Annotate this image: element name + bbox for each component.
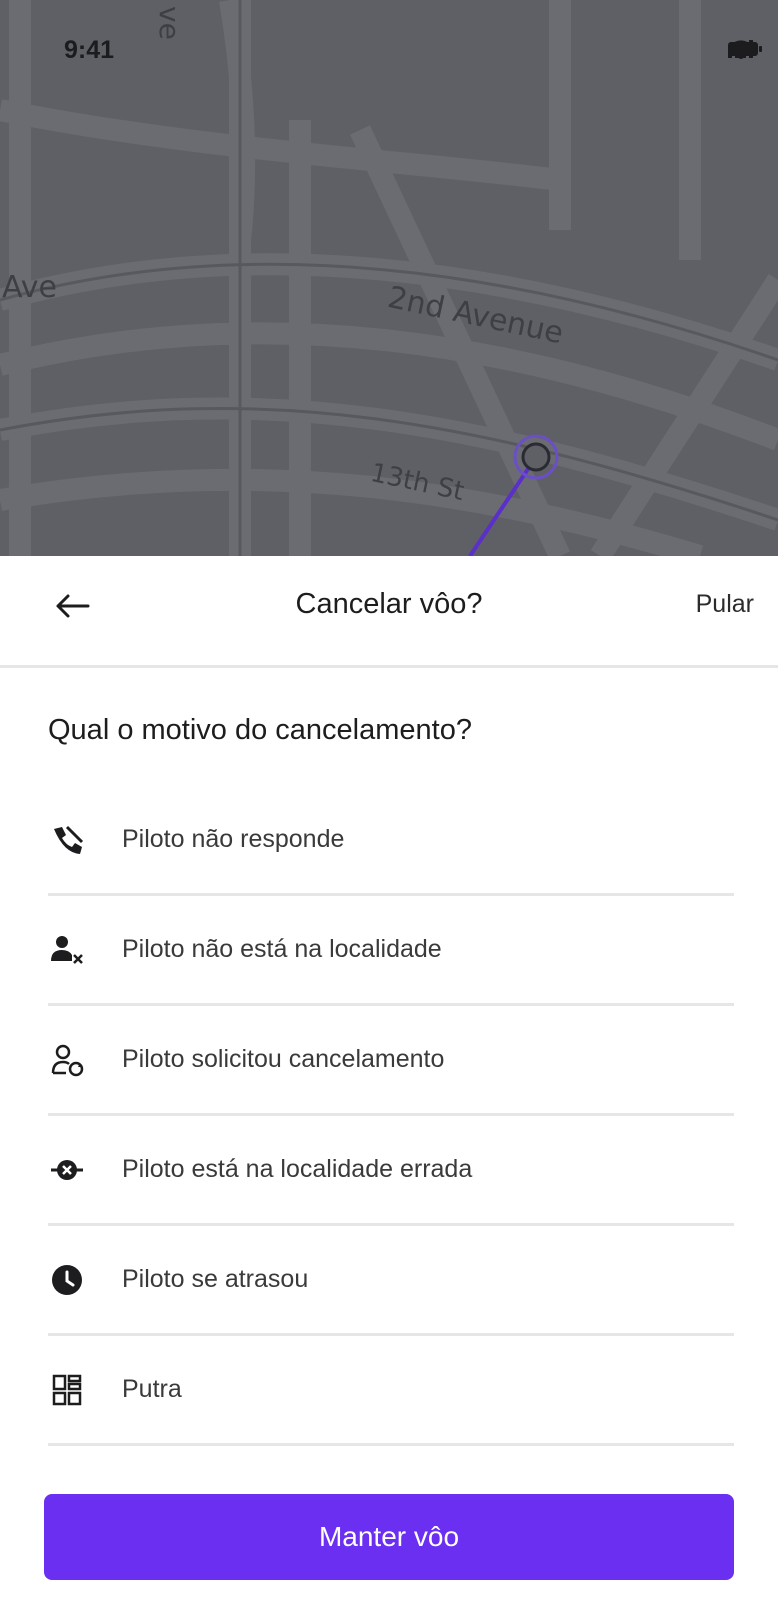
reason-item[interactable]: Piloto não responde bbox=[48, 786, 734, 896]
clock-icon bbox=[50, 1263, 84, 1297]
cancel-sheet: Cancelar vôo? Pular Qual o motivo do can… bbox=[0, 556, 778, 1600]
reason-item[interactable]: Piloto se atrasou bbox=[48, 1226, 734, 1336]
sheet-header: Cancelar vôo? Pular bbox=[0, 556, 778, 668]
question-heading: Qual o motivo do cancelamento? bbox=[48, 714, 472, 746]
reason-item[interactable]: Piloto não está na localidade bbox=[48, 896, 734, 1006]
reason-label: Piloto solicitou cancelamento bbox=[122, 1045, 445, 1073]
grid-icon bbox=[50, 1373, 84, 1407]
reason-item[interactable]: Putra bbox=[48, 1336, 734, 1446]
reason-label: Putra bbox=[122, 1375, 182, 1403]
reason-label: Piloto não está na localidade bbox=[122, 935, 442, 963]
battery-icon bbox=[728, 42, 762, 56]
keep-flight-button[interactable]: Manter vôo bbox=[44, 1494, 734, 1580]
reason-label: Piloto se atrasou bbox=[122, 1265, 309, 1293]
reason-item[interactable]: Piloto solicitou cancelamento bbox=[48, 1006, 734, 1116]
location-error-icon bbox=[50, 1153, 84, 1187]
page-title: Cancelar vôo? bbox=[295, 588, 483, 620]
status-time: 9:41 bbox=[64, 36, 115, 64]
skip-button[interactable]: Pular bbox=[696, 590, 754, 619]
reason-label: Piloto está na localidade errada bbox=[122, 1155, 473, 1183]
reason-label: Piloto não responde bbox=[122, 825, 345, 853]
street-label: Ave bbox=[2, 270, 57, 305]
status-bar: 9:41 bbox=[0, 0, 778, 100]
map-view[interactable]: Ave 2nd Avenue 13th St ve 9:41 bbox=[0, 0, 778, 556]
reason-list: Piloto não responde Piloto não está na l… bbox=[48, 786, 734, 1446]
user-remove-icon bbox=[50, 933, 84, 967]
user-refresh-icon bbox=[50, 1043, 84, 1077]
phone-missed-icon bbox=[50, 823, 84, 857]
reason-item[interactable]: Piloto está na localidade errada bbox=[48, 1116, 734, 1226]
